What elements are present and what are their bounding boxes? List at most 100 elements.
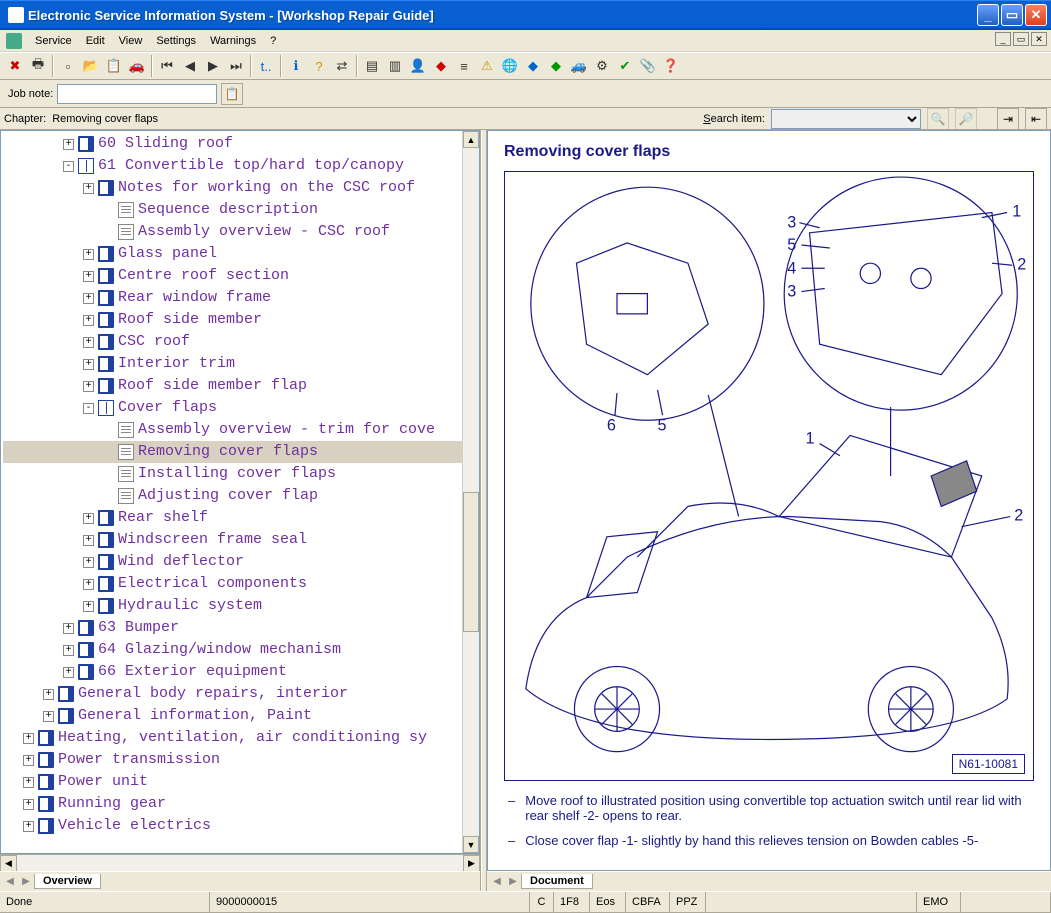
minimize-button[interactable]: _ bbox=[977, 4, 999, 26]
tree-item[interactable]: +Roof side member bbox=[3, 309, 477, 331]
tree-item[interactable]: +63 Bumper bbox=[3, 617, 477, 639]
expand-icon[interactable]: + bbox=[83, 337, 94, 348]
bookblue-icon[interactable]: ◆ bbox=[522, 55, 544, 77]
tree-item[interactable]: +Notes for working on the CSC roof bbox=[3, 177, 477, 199]
person-icon[interactable]: 👤 bbox=[407, 55, 429, 77]
tree-item[interactable]: +Rear shelf bbox=[3, 507, 477, 529]
first-icon[interactable]: ⏮ bbox=[156, 55, 178, 77]
tree-item[interactable]: +Glass panel bbox=[3, 243, 477, 265]
expand-icon[interactable]: + bbox=[83, 271, 94, 282]
tab-next-icon[interactable]: ▶ bbox=[505, 874, 521, 890]
menu-?[interactable]: ? bbox=[263, 33, 283, 49]
collapse-icon[interactable]: - bbox=[83, 403, 94, 414]
mdi-minimize-button[interactable]: _ bbox=[995, 32, 1011, 46]
help-icon[interactable]: ? bbox=[308, 55, 330, 77]
expand-icon[interactable]: + bbox=[83, 579, 94, 590]
open-icon[interactable]: 📂 bbox=[80, 55, 102, 77]
scroll-down-icon[interactable]: ▼ bbox=[463, 836, 479, 853]
expand-icon[interactable]: + bbox=[43, 689, 54, 700]
expand-icon[interactable]: + bbox=[83, 293, 94, 304]
scroll-right-icon[interactable]: ▶ bbox=[463, 855, 480, 872]
helpdoc-icon[interactable]: ❓ bbox=[660, 55, 682, 77]
doc2-icon[interactable]: ▥ bbox=[384, 55, 406, 77]
tree-item[interactable]: +66 Exterior equipment bbox=[3, 661, 477, 683]
close-button[interactable]: ✕ bbox=[1025, 4, 1047, 26]
scroll-up-icon[interactable]: ▲ bbox=[463, 131, 479, 148]
tree-item[interactable]: +Roof side member flap bbox=[3, 375, 477, 397]
tab-document[interactable]: Document bbox=[521, 874, 593, 889]
menu-service[interactable]: Service bbox=[28, 33, 79, 49]
warn-icon[interactable]: ⚠ bbox=[476, 55, 498, 77]
print-icon[interactable]: 🖶 bbox=[27, 55, 49, 77]
expand-button[interactable]: ⇤ bbox=[1025, 108, 1047, 130]
bookgreen-icon[interactable]: ◆ bbox=[545, 55, 567, 77]
tab-prev-icon[interactable]: ◀ bbox=[2, 874, 18, 890]
tree-item[interactable]: Installing cover flaps bbox=[3, 463, 477, 485]
car2-icon[interactable]: 🚙 bbox=[568, 55, 590, 77]
tree-item[interactable]: +Centre roof section bbox=[3, 265, 477, 287]
stop-icon[interactable]: ✖ bbox=[4, 55, 26, 77]
scroll-thumb[interactable] bbox=[463, 492, 479, 632]
car-icon[interactable]: 🚗 bbox=[126, 55, 148, 77]
expand-icon[interactable]: + bbox=[83, 249, 94, 260]
prev-icon[interactable]: ◀ bbox=[179, 55, 201, 77]
tree-item[interactable]: Removing cover flaps bbox=[3, 441, 477, 463]
list-icon[interactable]: ≡ bbox=[453, 55, 475, 77]
expand-icon[interactable]: + bbox=[23, 755, 34, 766]
next-icon[interactable]: ▶ bbox=[202, 55, 224, 77]
expand-icon[interactable]: + bbox=[23, 799, 34, 810]
expand-icon[interactable]: + bbox=[83, 381, 94, 392]
mdi-close-button[interactable]: ✕ bbox=[1031, 32, 1047, 46]
expand-icon[interactable]: + bbox=[23, 821, 34, 832]
collapse-button[interactable]: ⇥ bbox=[997, 108, 1019, 130]
tree-item[interactable]: +Hydraulic system bbox=[3, 595, 477, 617]
expand-icon[interactable]: + bbox=[23, 733, 34, 744]
tab-next-icon[interactable]: ▶ bbox=[18, 874, 34, 890]
search-btn2[interactable]: 🔎 bbox=[955, 108, 977, 130]
jobnote-button[interactable]: 📋 bbox=[221, 83, 243, 105]
search-dropdown[interactable] bbox=[771, 109, 921, 129]
tree-vscroll[interactable]: ▲ ▼ bbox=[462, 131, 479, 853]
expand-icon[interactable]: + bbox=[43, 711, 54, 722]
tree-hscroll[interactable]: ◀ ▶ bbox=[0, 854, 480, 871]
info-icon[interactable]: ℹ bbox=[285, 55, 307, 77]
tree-item[interactable]: Assembly overview - CSC roof bbox=[3, 221, 477, 243]
menu-edit[interactable]: Edit bbox=[79, 33, 112, 49]
expand-icon[interactable]: + bbox=[83, 359, 94, 370]
clip-icon[interactable]: 📎 bbox=[637, 55, 659, 77]
expand-icon[interactable]: + bbox=[23, 777, 34, 788]
expand-icon[interactable]: + bbox=[63, 645, 74, 656]
expand-icon[interactable]: + bbox=[63, 139, 74, 150]
tree-item[interactable]: +Power transmission bbox=[3, 749, 477, 771]
tree-item[interactable]: +Power unit bbox=[3, 771, 477, 793]
globe-icon[interactable]: 🌐 bbox=[499, 55, 521, 77]
expand-icon[interactable]: + bbox=[83, 315, 94, 326]
tree-item[interactable]: +General information, Paint bbox=[3, 705, 477, 727]
menu-view[interactable]: View bbox=[112, 33, 150, 49]
tree-item[interactable]: Adjusting cover flap bbox=[3, 485, 477, 507]
tree-item[interactable]: +64 Glazing/window mechanism bbox=[3, 639, 477, 661]
tree-item[interactable]: Assembly overview - trim for cove bbox=[3, 419, 477, 441]
tree-view[interactable]: +60 Sliding roof-61 Convertible top/hard… bbox=[1, 131, 479, 839]
tab-prev-icon[interactable]: ◀ bbox=[489, 874, 505, 890]
scroll-left-icon[interactable]: ◀ bbox=[0, 855, 17, 872]
expand-icon[interactable]: + bbox=[83, 601, 94, 612]
tree-item[interactable]: +Running gear bbox=[3, 793, 477, 815]
tab-overview[interactable]: Overview bbox=[34, 874, 101, 889]
tree-item[interactable]: -61 Convertible top/hard top/canopy bbox=[3, 155, 477, 177]
gear-icon[interactable]: ⚙ bbox=[591, 55, 613, 77]
tree-item[interactable]: Sequence description bbox=[3, 199, 477, 221]
tree-item[interactable]: +CSC roof bbox=[3, 331, 477, 353]
bookred-icon[interactable]: ◆ bbox=[430, 55, 452, 77]
tree-item[interactable]: +General body repairs, interior bbox=[3, 683, 477, 705]
mdi-restore-button[interactable]: ▭ bbox=[1013, 32, 1029, 46]
expand-icon[interactable]: + bbox=[63, 667, 74, 678]
jobnote-input[interactable] bbox=[57, 84, 217, 104]
tree-item[interactable]: +60 Sliding roof bbox=[3, 133, 477, 155]
tool-icon[interactable]: t.. bbox=[255, 55, 277, 77]
tree-item[interactable]: -Cover flaps bbox=[3, 397, 477, 419]
tree-item[interactable]: +Interior trim bbox=[3, 353, 477, 375]
new-icon[interactable]: ▫ bbox=[57, 55, 79, 77]
expand-icon[interactable]: + bbox=[83, 513, 94, 524]
maximize-button[interactable]: ▭ bbox=[1001, 4, 1023, 26]
